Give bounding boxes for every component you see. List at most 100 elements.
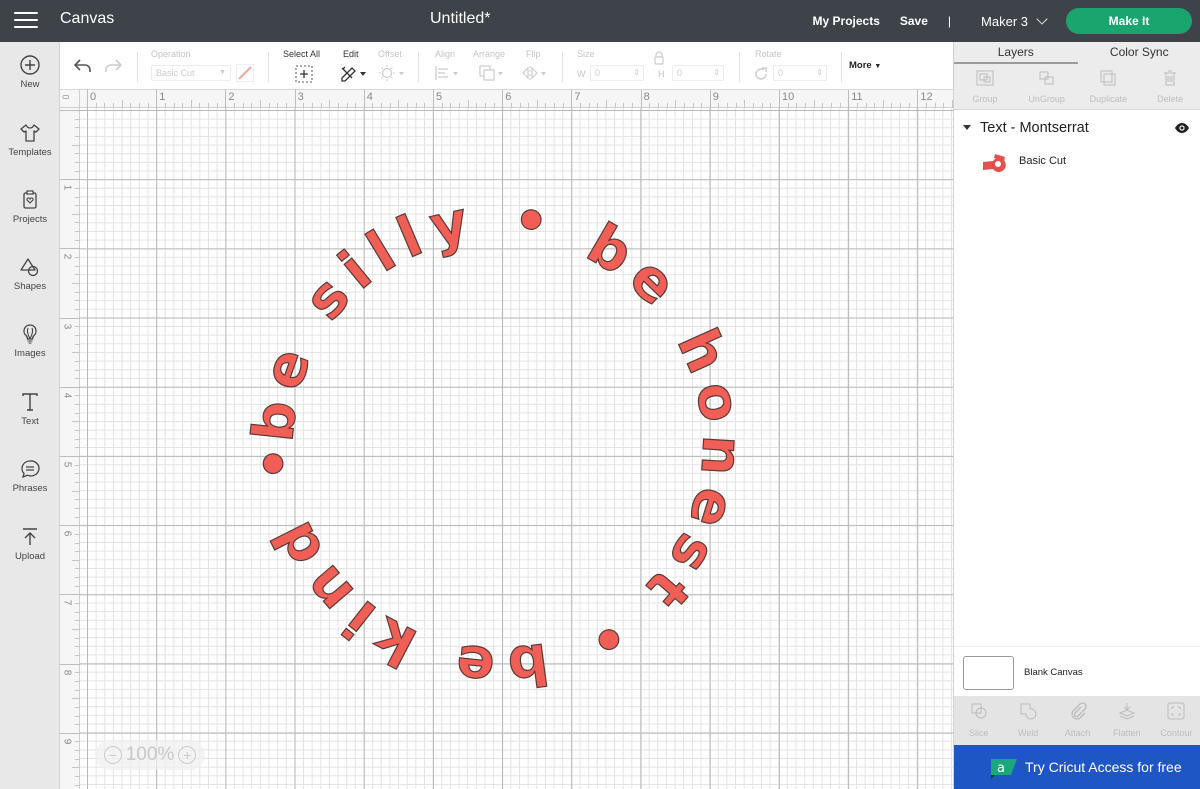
caret-down-icon: ▼ <box>874 63 882 70</box>
divider <box>418 52 419 82</box>
tshirt-icon <box>20 124 40 142</box>
height-label: H <box>658 69 665 79</box>
duplicate-label: Duplicate <box>1089 94 1128 104</box>
sidebar-label: Projects <box>12 214 48 225</box>
paperclip-icon <box>1070 702 1087 720</box>
delete-button[interactable]: Delete <box>1139 64 1200 109</box>
lock-icon[interactable] <box>653 51 665 65</box>
stepper-icon[interactable]: ⇕ <box>713 66 720 80</box>
trash-icon <box>1164 70 1177 86</box>
divider <box>137 52 138 82</box>
edit-toolbar: Operation Basic Cut ▼ Select All Edit Of… <box>60 42 953 90</box>
layer-group[interactable]: Text - Montserrat <box>954 118 1200 140</box>
sidebar-label: Upload <box>14 551 46 562</box>
divider <box>739 52 740 82</box>
edit-label: Edit <box>343 49 359 59</box>
divider <box>562 52 563 82</box>
sidebar-item-text[interactable]: Text <box>0 391 60 427</box>
offset-label: Offset <box>378 49 402 59</box>
flatten-icon <box>1118 703 1136 720</box>
caret-down-icon[interactable] <box>963 125 971 130</box>
sidebar-item-upload[interactable]: Upload <box>0 526 60 562</box>
weld-label: Weld <box>1017 728 1039 738</box>
duplicate-button[interactable]: Duplicate <box>1078 64 1140 109</box>
sidebar-item-projects[interactable]: Projects <box>0 189 60 225</box>
layer-item[interactable]: Basic Cut <box>954 150 1200 174</box>
weld-button[interactable]: Weld <box>1003 696 1052 745</box>
access-banner-label: Try Cricut Access for free <box>1025 759 1182 775</box>
sidebar-label: Text <box>21 416 39 427</box>
sidebar-item-templates[interactable]: Templates <box>0 122 60 158</box>
stepper-icon[interactable]: ⇕ <box>816 66 823 80</box>
flatten-button[interactable]: Flatten <box>1102 696 1151 745</box>
zoom-level: 100% <box>125 744 175 765</box>
blank-canvas-row: Blank Canvas <box>954 646 1200 696</box>
more-label: More <box>849 60 872 71</box>
rotate-label: Rotate <box>755 49 782 59</box>
align-icon[interactable] <box>433 64 461 82</box>
operation-label: Operation <box>151 49 191 59</box>
projects-icon <box>23 190 37 209</box>
layer-thumbnail-icon <box>983 154 1006 172</box>
sidebar-item-phrases[interactable]: Phrases <box>0 458 60 494</box>
document-title[interactable]: Untitled* <box>430 10 490 28</box>
eye-icon[interactable] <box>1174 122 1190 134</box>
select-all-icon[interactable] <box>294 64 314 84</box>
size-label: Size <box>577 49 595 59</box>
machine-label: Maker 3 <box>981 13 1028 29</box>
canvas-color-swatch[interactable] <box>963 656 1014 690</box>
text-icon <box>22 393 38 411</box>
duplicate-icon <box>1100 70 1116 86</box>
left-sidebar: New Templates Projects Shapes Images Tex… <box>0 42 60 789</box>
more-menu[interactable]: More ▼ <box>849 60 881 71</box>
zoom-control: − 100% + <box>95 740 205 770</box>
group-icon <box>976 70 994 86</box>
machine-selector[interactable]: Maker 3 <box>981 13 1048 29</box>
offset-icon[interactable] <box>378 64 406 82</box>
curved-text-path: be silly • be honest • be kind • <box>241 186 754 700</box>
height-input[interactable]: 0 ⇕ <box>672 65 724 81</box>
contour-label: Contour <box>1160 728 1193 738</box>
my-projects-link[interactable]: My Projects <box>813 14 880 28</box>
blank-canvas-label: Blank Canvas <box>1024 667 1083 678</box>
stepper-icon[interactable]: ⇕ <box>633 66 640 80</box>
slice-label: Slice <box>968 728 989 738</box>
redo-icon[interactable] <box>102 57 124 75</box>
circle-text-design[interactable]: be silly • be honest • be kind • <box>60 90 953 789</box>
speech-bubble-icon <box>21 460 40 479</box>
group-button[interactable]: Group <box>954 64 1016 109</box>
rotate-input[interactable]: 0 ⇕ <box>773 65 827 81</box>
contour-button[interactable]: Contour <box>1152 696 1200 745</box>
sidebar-item-new[interactable]: New <box>0 54 60 90</box>
group-label: Group <box>972 94 998 104</box>
curved-text[interactable]: be silly • be honest • be kind • <box>241 186 755 700</box>
sidebar-item-images[interactable]: Images <box>0 323 60 359</box>
linetype-color-icon[interactable] <box>236 64 254 82</box>
design-canvas[interactable]: 0 1 2 3 4 5 6 7 8 9 10 11 12 123456789 0 be silly • … <box>60 90 953 789</box>
tab-color-sync[interactable]: Color Sync <box>1078 42 1200 64</box>
undo-icon[interactable] <box>72 57 94 75</box>
sidebar-item-shapes[interactable]: Shapes <box>0 256 60 292</box>
tab-layers[interactable]: Layers <box>954 42 1078 64</box>
flip-icon[interactable] <box>521 64 549 82</box>
menu-icon[interactable] <box>14 12 38 30</box>
divider <box>841 52 842 82</box>
contour-icon <box>1167 702 1185 720</box>
attach-button[interactable]: Attach <box>1053 696 1102 745</box>
width-input[interactable]: 0 ⇕ <box>590 65 644 81</box>
arrange-icon[interactable] <box>478 64 506 82</box>
flatten-label: Flatten <box>1113 728 1141 738</box>
make-it-button[interactable]: Make It <box>1066 8 1192 34</box>
zoom-in-button[interactable]: + <box>178 746 197 764</box>
operation-select[interactable]: Basic Cut ▼ <box>151 65 231 81</box>
slice-button[interactable]: Slice <box>954 696 1003 745</box>
edit-icon[interactable] <box>339 64 367 82</box>
ungroup-button[interactable]: UnGroup <box>1016 64 1078 109</box>
arrange-label: Arrange <box>473 49 506 59</box>
zoom-out-button[interactable]: − <box>103 746 122 764</box>
sidebar-label: Shapes <box>13 281 47 292</box>
weld-icon <box>1020 703 1037 720</box>
save-button[interactable]: Save <box>900 14 928 28</box>
cricut-access-banner[interactable]: a Try Cricut Access for free <box>954 745 1200 789</box>
slice-icon <box>971 703 987 719</box>
